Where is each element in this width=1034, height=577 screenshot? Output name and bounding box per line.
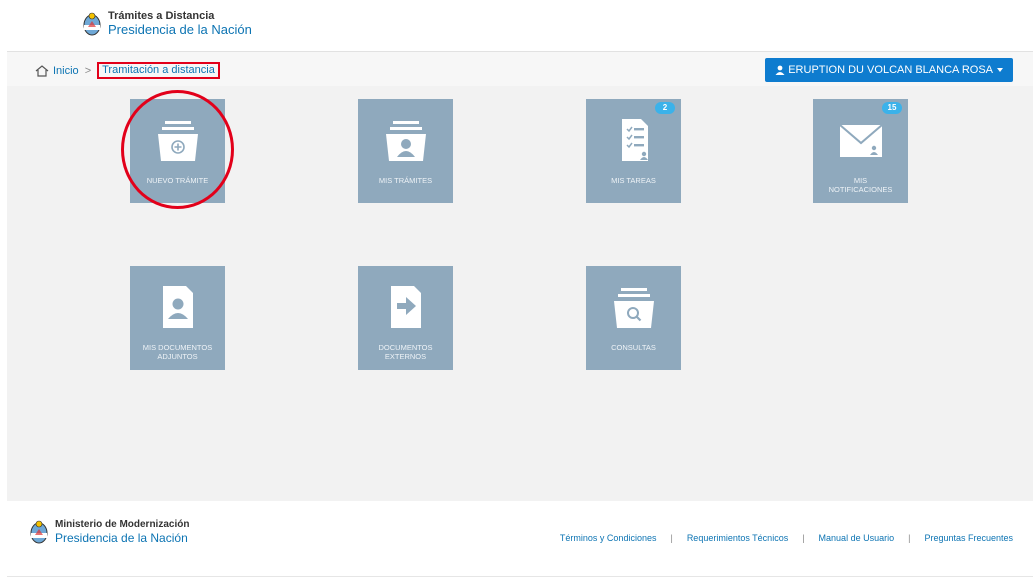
- footer-links: Términos y Condiciones | Requerimientos …: [560, 533, 1013, 543]
- link-terminos[interactable]: Términos y Condiciones: [560, 533, 657, 543]
- tile-mis-tramites[interactable]: MIS TRÁMITES: [358, 99, 453, 203]
- app-title: Trámites a Distancia: [108, 10, 215, 22]
- footer-divider: |: [908, 533, 911, 543]
- link-requerimientos[interactable]: Requerimientos Técnicos: [687, 533, 788, 543]
- footer-org: Ministerio de Modernización: [55, 519, 190, 530]
- tile-label: MIS TRÁMITES: [378, 176, 433, 185]
- chevron-down-icon: [997, 68, 1003, 72]
- user-folder-icon: [386, 121, 426, 161]
- tile-mis-tareas[interactable]: 2 MIS TAREAS: [586, 99, 681, 203]
- user-menu-button[interactable]: ERUPTION DU VOLCAN BLANCA ROSA: [765, 58, 1013, 82]
- tile-nuevo-tramite[interactable]: NUEVO TRÁMITE: [130, 99, 225, 203]
- tile-label: DOCUMENTOS EXTERNOS: [378, 343, 433, 361]
- external-document-icon: [391, 286, 421, 328]
- envelope-icon: [839, 124, 883, 157]
- coat-of-arms-icon: [83, 12, 101, 35]
- tile-label: MIS DOCUMENTOS ADJUNTOS: [142, 343, 213, 361]
- notifications-count-badge: 15: [882, 102, 902, 114]
- user-document-icon: [163, 286, 193, 328]
- footer: Ministerio de Modernización Presidencia …: [7, 501, 1033, 577]
- coat-of-arms-icon: [30, 520, 48, 544]
- breadcrumb-current[interactable]: Tramitación a distancia: [97, 62, 220, 79]
- tile-label: MIS NOTIFICACIONES: [828, 176, 893, 194]
- search-folder-icon: [614, 288, 654, 328]
- tasks-count-badge: 2: [655, 102, 675, 114]
- header-logo[interactable]: Trámites a Distancia Presidencia de la N…: [82, 10, 252, 37]
- user-icon: [775, 65, 785, 75]
- footer-logo: Ministerio de Modernización Presidencia …: [29, 519, 189, 545]
- footer-subtitle: Presidencia de la Nación: [55, 531, 188, 545]
- tile-label: MIS TAREAS: [611, 176, 656, 185]
- tile-label: NUEVO TRÁMITE: [146, 176, 209, 185]
- tile-documentos-externos[interactable]: DOCUMENTOS EXTERNOS: [358, 266, 453, 370]
- breadcrumb-home-link[interactable]: Inicio: [53, 65, 79, 77]
- home-icon[interactable]: [35, 64, 49, 77]
- user-name: ERUPTION DU VOLCAN BLANCA ROSA: [788, 64, 993, 76]
- breadcrumb: Inicio > Tramitación a distancia: [35, 62, 220, 79]
- new-folder-icon: [158, 121, 198, 161]
- link-preguntas[interactable]: Preguntas Frecuentes: [924, 533, 1013, 543]
- breadcrumb-separator: >: [84, 64, 92, 77]
- app-subtitle: Presidencia de la Nación: [108, 22, 252, 37]
- footer-divider: |: [670, 533, 673, 543]
- tile-mis-notificaciones[interactable]: 15 MIS NOTIFICACIONES: [813, 99, 908, 203]
- link-manual[interactable]: Manual de Usuario: [819, 533, 895, 543]
- header: Trámites a Distancia Presidencia de la N…: [0, 0, 1034, 50]
- footer-divider: |: [802, 533, 805, 543]
- tile-mis-documentos-adjuntos[interactable]: MIS DOCUMENTOS ADJUNTOS: [130, 266, 225, 370]
- dashboard: NUEVO TRÁMITE MIS TRÁMITES 2 MIS TAREAS: [7, 86, 1033, 501]
- tasks-icon: [622, 119, 648, 161]
- navbar: Inicio > Tramitación a distancia ERUPTIO…: [7, 51, 1033, 87]
- tile-label: CONSULTAS: [611, 343, 656, 352]
- tile-consultas[interactable]: CONSULTAS: [586, 266, 681, 370]
